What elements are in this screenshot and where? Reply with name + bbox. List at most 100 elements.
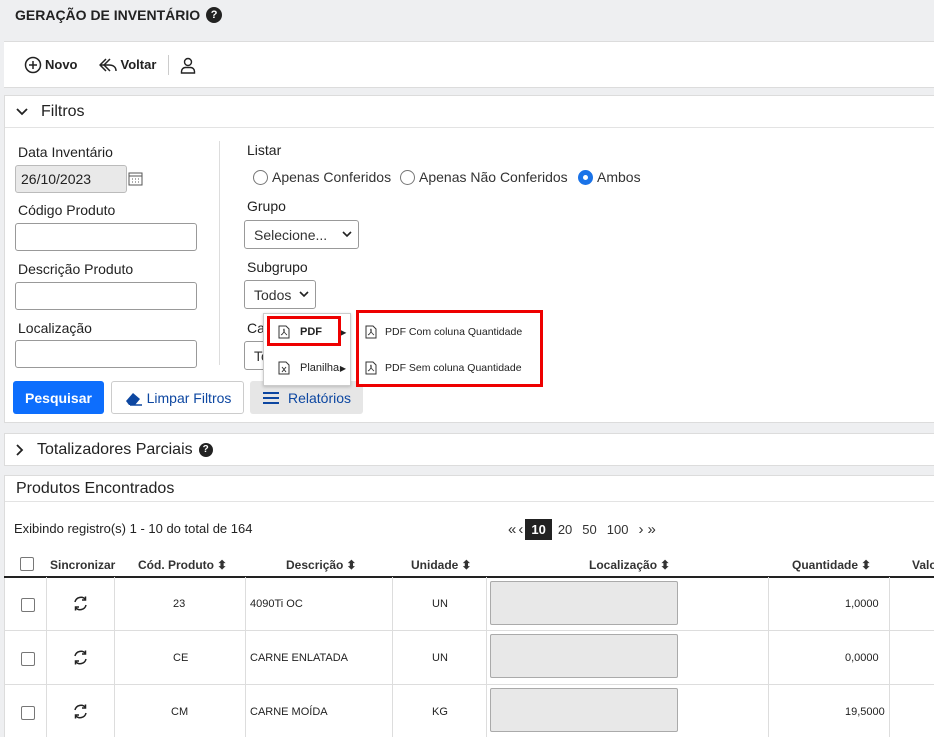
radio-only-unchecked[interactable]: Apenas Não Conferidos: [400, 169, 568, 185]
radio-circle-selected[interactable]: [578, 169, 593, 185]
menu-sheet-label: Planilha: [300, 362, 340, 374]
chevron-right-icon: [16, 443, 24, 456]
sort-icon: ⬍: [461, 558, 472, 572]
radio-circle[interactable]: [400, 169, 415, 185]
radio-only-checked[interactable]: Apenas Conferidos: [253, 169, 391, 185]
row-checkbox[interactable]: [21, 652, 35, 666]
radio-label: Apenas Não Conferidos: [419, 169, 568, 185]
date-value: 26/10/2023: [21, 171, 92, 187]
date-field[interactable]: 26/10/2023: [15, 165, 127, 193]
date-label: Data Inventário: [18, 144, 113, 160]
row-checkbox[interactable]: [21, 598, 35, 612]
column-quantity[interactable]: Quantidade ⬍: [792, 558, 871, 572]
row-quantity: 19,5000: [845, 706, 885, 718]
previous-page-icon[interactable]: ‹: [518, 521, 523, 538]
row-checkbox[interactable]: [21, 706, 35, 720]
sync-icon[interactable]: [72, 649, 89, 666]
group-select[interactable]: Selecione...: [244, 220, 359, 249]
page-size-10[interactable]: 10: [525, 519, 552, 540]
column-unit-label: Unidade: [411, 558, 459, 572]
subgroup-select[interactable]: Todos: [244, 280, 316, 309]
totals-header[interactable]: Totalizadores Parciais ?: [5, 434, 934, 465]
help-icon[interactable]: ?: [206, 7, 223, 23]
column-quantity-label: Quantidade: [792, 558, 859, 572]
reports-label: Relatórios: [287, 389, 352, 406]
filters-title: Filtros: [41, 102, 85, 120]
products-header: Produtos Encontrados: [5, 476, 934, 502]
subgroup-value: Todos: [254, 286, 292, 303]
back-button[interactable]: Voltar: [98, 56, 157, 74]
pdf-without-quantity-label: PDF Sem coluna Quantidade: [385, 362, 522, 374]
pdf-without-quantity-item[interactable]: PDF Sem coluna Quantidade: [365, 361, 522, 375]
row-unit: UN: [432, 598, 448, 610]
user-button[interactable]: [179, 56, 200, 74]
pdf-with-quantity-item[interactable]: PDF Com coluna Quantidade: [365, 325, 522, 339]
pdf-file-icon: [365, 361, 377, 375]
column-location-label: Localização: [589, 558, 658, 572]
pagination: « ‹ 10 20 50 100 › »: [508, 519, 656, 540]
spreadsheet-file-icon: [278, 361, 290, 375]
toolbar-divider: [168, 54, 170, 75]
location-textarea[interactable]: [490, 581, 678, 625]
row-description: 4090Ti OC: [250, 598, 303, 610]
column-description[interactable]: Descrição ⬍: [286, 558, 356, 572]
menu-item-sheet[interactable]: Planilha ▶: [264, 353, 352, 383]
page-title: GERAÇÃO DE INVENTÁRIO: [15, 7, 201, 23]
chevron-down-icon: [299, 291, 309, 298]
page-size-20[interactable]: 20: [558, 522, 572, 537]
location-textarea[interactable]: [490, 688, 678, 732]
undo-icon: [98, 57, 117, 72]
column-value[interactable]: Valo: [912, 558, 934, 572]
filters-header[interactable]: Filtros: [5, 96, 934, 128]
eraser-icon: [125, 392, 142, 406]
toolbar: Novo Voltar: [4, 41, 934, 88]
code-input[interactable]: [15, 223, 197, 251]
radio-label: Apenas Conferidos: [272, 169, 392, 185]
header-divider: [4, 576, 934, 578]
clear-filters-button[interactable]: Limpar Filtros: [111, 381, 244, 414]
totals-panel: Totalizadores Parciais ?: [4, 433, 934, 466]
row-divider: [4, 630, 934, 631]
filters-divider: [219, 141, 220, 365]
sync-icon[interactable]: [72, 595, 89, 612]
column-code[interactable]: Cód. Produto ⬍: [138, 558, 227, 572]
totals-title: Totalizadores Parciais: [37, 440, 193, 458]
help-icon[interactable]: ?: [198, 442, 213, 457]
sort-icon: ⬍: [660, 558, 671, 572]
plus-circle-icon: [24, 56, 42, 73]
calendar-icon[interactable]: [128, 171, 143, 186]
clear-filters-label: Limpar Filtros: [146, 389, 232, 406]
back-label: Voltar: [120, 57, 157, 72]
code-label: Código Produto: [18, 202, 116, 218]
first-page-icon[interactable]: «: [508, 521, 516, 538]
user-icon: [181, 57, 196, 74]
radio-both[interactable]: Ambos: [578, 169, 641, 185]
list-label: Listar: [247, 142, 282, 158]
next-page-icon[interactable]: ›: [638, 521, 643, 538]
pdf-highlight: [267, 316, 341, 346]
radio-circle[interactable]: [253, 169, 268, 185]
column-unit[interactable]: Unidade ⬍: [411, 558, 471, 572]
last-page-icon[interactable]: »: [647, 521, 655, 538]
location-input[interactable]: [15, 340, 197, 368]
row-description: CARNE ENLATADA: [250, 652, 349, 664]
page-size-50[interactable]: 50: [582, 522, 596, 537]
column-value-label: Valo: [912, 558, 934, 572]
select-all-checkbox[interactable]: [20, 557, 34, 571]
row-unit: KG: [432, 706, 448, 718]
sync-icon[interactable]: [72, 703, 89, 720]
search-button[interactable]: Pesquisar: [13, 381, 104, 414]
page-header: GERAÇÃO DE INVENTÁRIO ?: [0, 0, 934, 30]
column-sync: Sincronizar: [50, 558, 115, 572]
new-button[interactable]: Novo: [24, 56, 78, 74]
row-code: 23: [173, 598, 186, 610]
description-input[interactable]: [15, 282, 197, 310]
page-size-100[interactable]: 100: [607, 522, 629, 537]
column-location[interactable]: Localização ⬍: [589, 558, 670, 572]
new-label: Novo: [45, 57, 78, 72]
column-divider: [114, 577, 115, 737]
group-value: Selecione...: [254, 226, 328, 243]
column-divider: [245, 577, 246, 737]
location-textarea[interactable]: [490, 634, 678, 678]
column-divider: [46, 577, 47, 737]
